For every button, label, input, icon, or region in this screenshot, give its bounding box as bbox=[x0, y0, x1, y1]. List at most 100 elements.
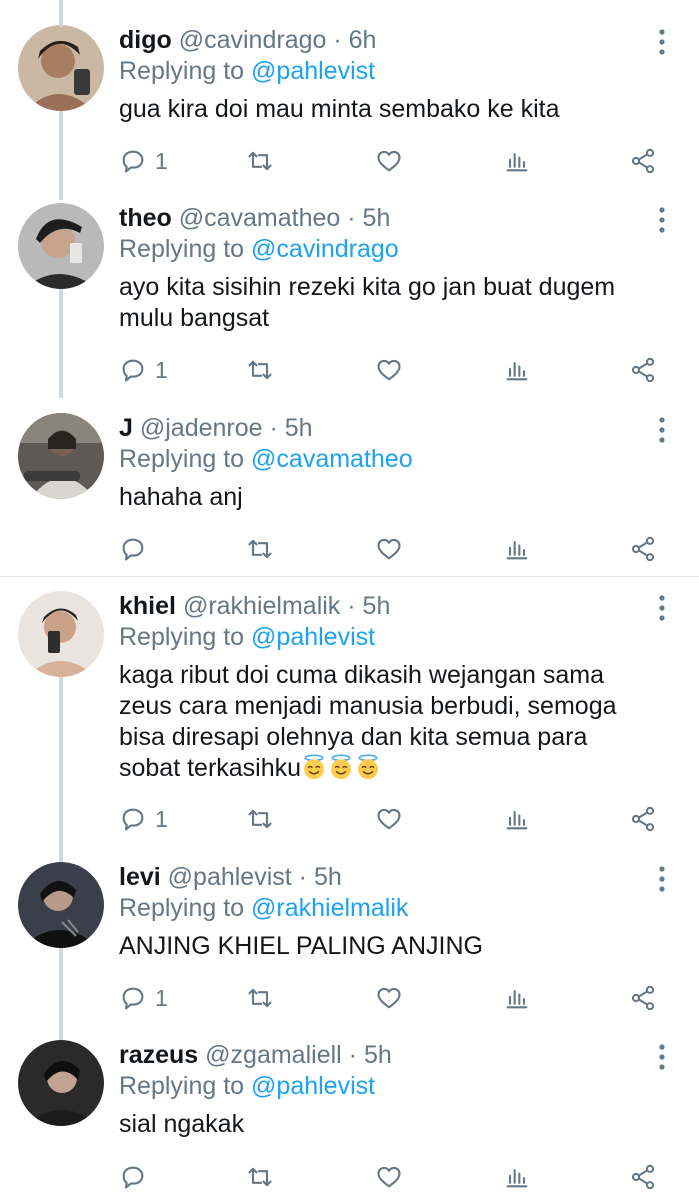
display-name[interactable]: digo bbox=[119, 26, 172, 54]
thread-line bbox=[59, 1015, 63, 1041]
share-button[interactable] bbox=[629, 353, 657, 387]
tweet-text: gua kira doi mau minta sembako ke kita bbox=[119, 95, 560, 123]
like-icon bbox=[377, 987, 401, 1009]
display-name[interactable]: khiel bbox=[119, 592, 176, 620]
timestamp[interactable]: 5h bbox=[363, 204, 391, 232]
more-vertical-icon[interactable] bbox=[652, 28, 672, 56]
user-handle[interactable]: @pahlevist bbox=[168, 863, 292, 891]
retweet-icon bbox=[248, 360, 272, 380]
analytics-button[interactable] bbox=[503, 353, 531, 387]
avatar[interactable] bbox=[18, 862, 104, 948]
share-button[interactable] bbox=[629, 1160, 657, 1194]
avatar[interactable] bbox=[18, 203, 104, 289]
analytics-button[interactable] bbox=[503, 1160, 531, 1194]
replying-to-label: Replying to bbox=[119, 445, 245, 473]
reply-icon bbox=[122, 987, 144, 1010]
share-button[interactable] bbox=[629, 532, 657, 566]
more-vertical-icon[interactable] bbox=[652, 416, 672, 444]
display-name[interactable]: levi bbox=[119, 863, 161, 891]
reply-button[interactable]: 1 bbox=[119, 144, 168, 178]
reply-icon bbox=[122, 150, 144, 173]
like-button[interactable] bbox=[374, 353, 404, 387]
display-name[interactable]: theo bbox=[119, 204, 172, 232]
share-button[interactable] bbox=[629, 981, 657, 1015]
user-handle[interactable]: @zgamaliell bbox=[205, 1041, 342, 1069]
tweet-j[interactable]: J @jadenroe · 5h Replying to @cavamatheo… bbox=[0, 388, 699, 576]
retweet-button[interactable] bbox=[245, 1160, 275, 1194]
share-icon bbox=[631, 357, 655, 383]
share-button[interactable] bbox=[629, 802, 657, 836]
tweet-header: khiel @rakhielmalik · 5h bbox=[119, 590, 390, 622]
share-button[interactable] bbox=[629, 144, 657, 178]
reply-mention-link[interactable]: @cavindrago bbox=[251, 235, 399, 263]
timestamp[interactable]: 5h bbox=[364, 1041, 392, 1069]
user-handle[interactable]: @cavindrago bbox=[179, 26, 327, 54]
reply-button[interactable]: 1 bbox=[119, 981, 168, 1015]
analytics-button[interactable] bbox=[503, 144, 531, 178]
like-button[interactable] bbox=[374, 802, 404, 836]
timestamp[interactable]: 5h bbox=[363, 592, 391, 620]
replying-to-label: Replying to bbox=[119, 1072, 245, 1100]
reply-mention-link[interactable]: @pahlevist bbox=[251, 1072, 375, 1100]
avatar[interactable] bbox=[18, 591, 104, 677]
tweet-text: kaga ribut doi cuma dikasih wejangan sam… bbox=[119, 660, 649, 784]
reply-button[interactable] bbox=[119, 1160, 155, 1194]
user-handle[interactable]: @rakhielmalik bbox=[183, 592, 340, 620]
reply-icon bbox=[122, 538, 144, 561]
avatar[interactable] bbox=[18, 25, 104, 111]
retweet-button[interactable] bbox=[245, 802, 275, 836]
reply-button[interactable]: 1 bbox=[119, 353, 168, 387]
reply-icon bbox=[122, 359, 144, 382]
more-vertical-icon[interactable] bbox=[652, 865, 672, 893]
timestamp[interactable]: 6h bbox=[349, 26, 377, 54]
separator: · bbox=[347, 592, 356, 620]
replying-to-label: Replying to bbox=[119, 235, 245, 263]
replying-to: Replying to @pahlevist bbox=[119, 1070, 375, 1102]
user-handle[interactable]: @jadenroe bbox=[140, 414, 263, 442]
tweet-header: J @jadenroe · 5h bbox=[119, 412, 313, 444]
tweet-text: ayo kita sisihin rezeki kita go jan buat… bbox=[119, 273, 616, 332]
avatar[interactable] bbox=[18, 413, 104, 499]
share-icon bbox=[631, 536, 655, 562]
retweet-button[interactable] bbox=[245, 532, 275, 566]
reply-mention-link[interactable]: @pahlevist bbox=[251, 623, 375, 651]
timestamp[interactable]: 5h bbox=[314, 863, 342, 891]
avatar[interactable] bbox=[18, 1040, 104, 1126]
retweet-button[interactable] bbox=[245, 981, 275, 1015]
retweet-button[interactable] bbox=[245, 144, 275, 178]
tweet-khiel[interactable]: khiel @rakhielmalik · 5h Replying to @pa… bbox=[0, 566, 699, 850]
retweet-button[interactable] bbox=[245, 353, 275, 387]
more-vertical-icon[interactable] bbox=[652, 594, 672, 622]
analytics-icon bbox=[506, 810, 528, 830]
analytics-button[interactable] bbox=[503, 802, 531, 836]
like-button[interactable] bbox=[374, 981, 404, 1015]
reply-mention-link[interactable]: @cavamatheo bbox=[251, 445, 413, 473]
display-name[interactable]: J bbox=[119, 414, 133, 442]
reply-button[interactable]: 1 bbox=[119, 802, 168, 836]
like-button[interactable] bbox=[374, 144, 404, 178]
tweet-levi[interactable]: levi @pahlevist · 5h Replying to @rakhie… bbox=[0, 833, 699, 1037]
timestamp[interactable]: 5h bbox=[285, 414, 313, 442]
reply-button[interactable] bbox=[119, 532, 155, 566]
user-handle[interactable]: @cavamatheo bbox=[179, 204, 341, 232]
reply-mention-link[interactable]: @pahlevist bbox=[251, 57, 375, 85]
reply-mention-link[interactable]: @rakhielmalik bbox=[251, 894, 408, 922]
more-vertical-icon[interactable] bbox=[652, 206, 672, 234]
tweet-razeus[interactable]: razeus @zgamaliell · 5h Replying to @pah… bbox=[0, 1015, 699, 1200]
analytics-button[interactable] bbox=[503, 532, 531, 566]
reply-count: 1 bbox=[155, 984, 168, 1011]
analytics-icon bbox=[506, 1168, 528, 1188]
like-button[interactable] bbox=[374, 1160, 404, 1194]
tweet-digo[interactable]: digo @cavindrago · 6h Replying to @pahle… bbox=[0, 0, 699, 200]
tweet-header: razeus @zgamaliell · 5h bbox=[119, 1039, 392, 1071]
like-icon bbox=[377, 1166, 401, 1188]
like-button[interactable] bbox=[374, 532, 404, 566]
tweet-header: digo @cavindrago · 6h bbox=[119, 24, 376, 56]
tweet-theo[interactable]: theo @cavamatheo · 5h Replying to @cavin… bbox=[0, 0, 699, 398]
display-name[interactable]: razeus bbox=[119, 1041, 198, 1069]
analytics-button[interactable] bbox=[503, 981, 531, 1015]
tweet-actions: 1 bbox=[119, 802, 679, 836]
more-vertical-icon[interactable] bbox=[652, 1043, 672, 1071]
tweet-text: sial ngakak bbox=[119, 1110, 245, 1138]
separator: · bbox=[348, 1041, 357, 1069]
